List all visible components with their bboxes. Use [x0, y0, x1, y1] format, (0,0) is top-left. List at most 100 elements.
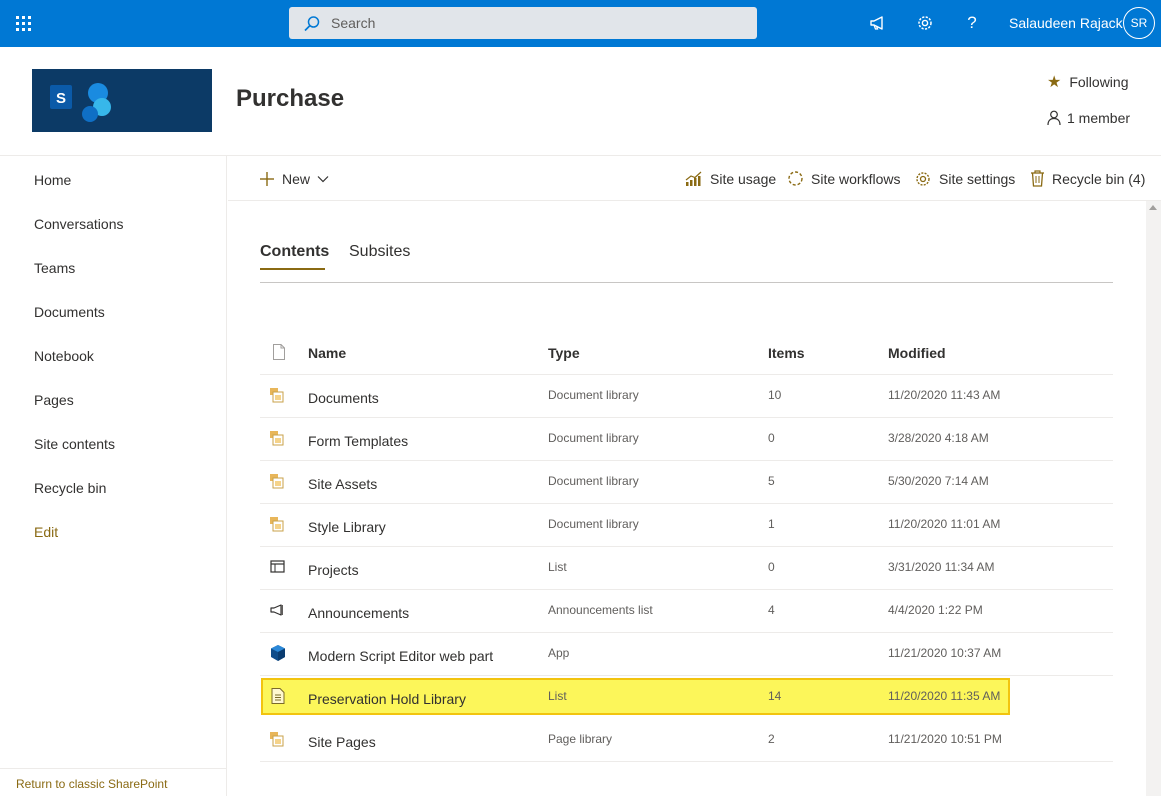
gear-icon — [916, 171, 930, 186]
tab-active-indicator — [260, 268, 325, 270]
table-row[interactable]: Documents Document library 10 11/20/2020… — [260, 375, 1113, 418]
row-modified: 3/31/2020 11:34 AM — [888, 560, 995, 574]
row-name[interactable]: Documents — [308, 390, 379, 406]
site-settings-button[interactable]: Site settings — [914, 156, 1015, 201]
new-label: New — [282, 170, 311, 187]
tab-subsites[interactable]: Subsites — [349, 243, 410, 261]
row-name[interactable]: Announcements — [308, 605, 409, 621]
follow-button[interactable]: ★ Following — [1047, 72, 1128, 92]
row-items: 0 — [768, 560, 775, 574]
avatar[interactable]: SR — [1123, 7, 1155, 39]
row-type: Page library — [548, 732, 613, 746]
row-name[interactable]: Projects — [308, 562, 359, 578]
nav-item-documents[interactable]: Documents — [34, 304, 105, 320]
row-name[interactable]: Site Pages — [308, 734, 376, 750]
vertical-scrollbar[interactable] — [1146, 201, 1161, 796]
document-library-icon — [270, 732, 284, 747]
table-row[interactable]: Projects List 0 3/31/2020 11:34 AM — [260, 547, 1113, 590]
table-row[interactable]: Announcements Announcements list 4 4/4/2… — [260, 590, 1113, 633]
suite-bar: ? Salaudeen Rajack SR — [0, 0, 1161, 47]
nav-item-pages[interactable]: Pages — [34, 392, 74, 408]
row-name[interactable]: Modern Script Editor web part — [308, 648, 493, 664]
left-nav: Home Conversations Teams Documents Noteb… — [0, 156, 227, 796]
site-workflows-label: Site workflows — [811, 170, 901, 187]
members-label: 1 member — [1067, 110, 1131, 126]
row-name[interactable]: Preservation Hold Library — [308, 691, 466, 707]
return-to-classic-link[interactable]: Return to classic SharePoint — [0, 768, 227, 796]
column-header-modified[interactable]: Modified — [888, 345, 946, 361]
nav-edit-link[interactable]: Edit — [34, 524, 58, 540]
row-type: Document library — [548, 388, 639, 402]
table-row[interactable]: Site Assets Document library 5 5/30/2020… — [260, 461, 1113, 504]
row-items: 14 — [768, 689, 782, 703]
row-name[interactable]: Form Templates — [308, 433, 408, 449]
table-row[interactable]: Site Pages Page library 2 11/21/2020 10:… — [260, 719, 1113, 762]
recycle-bin-label: Recycle bin (4) — [1052, 170, 1146, 187]
row-type: List — [548, 689, 567, 703]
person-icon — [1047, 110, 1061, 126]
star-icon: ★ — [1047, 74, 1062, 91]
row-modified: 4/4/2020 1:22 PM — [888, 603, 983, 617]
row-modified: 11/20/2020 11:43 AM — [888, 388, 1001, 402]
nav-item-recycle-bin[interactable]: Recycle bin — [34, 480, 106, 496]
table-row[interactable]: Style Library Document library 1 11/20/2… — [260, 504, 1113, 547]
list-icon — [270, 560, 285, 573]
row-type: App — [548, 646, 570, 660]
page-list-icon — [271, 688, 285, 704]
megaphone-icon — [270, 604, 283, 616]
row-items: 1 — [768, 517, 775, 531]
row-name[interactable]: Site Assets — [308, 476, 377, 492]
site-usage-label: Site usage — [710, 170, 777, 187]
members-button[interactable]: 1 member — [1047, 110, 1130, 126]
column-header-type[interactable]: Type — [548, 345, 580, 361]
nav-item-teams[interactable]: Teams — [34, 260, 75, 276]
help-icon[interactable]: ? — [960, 11, 984, 35]
app-launcher-icon[interactable] — [0, 0, 47, 47]
row-modified: 11/21/2020 10:37 AM — [888, 646, 1002, 660]
row-type: List — [548, 560, 567, 574]
recycle-bin-button[interactable]: Recycle bin (4) — [1030, 156, 1145, 201]
table-row[interactable]: Form Templates Document library 0 3/28/2… — [260, 418, 1113, 461]
gear-icon[interactable] — [913, 11, 937, 35]
chevron-down-icon — [317, 175, 329, 182]
site-settings-label: Site settings — [939, 170, 1016, 187]
table-row[interactable]: Modern Script Editor web part App 11/21/… — [260, 633, 1113, 676]
scroll-up-icon[interactable] — [1149, 205, 1157, 210]
row-name[interactable]: Style Library — [308, 519, 386, 535]
site-workflows-button[interactable]: Site workflows — [787, 156, 900, 201]
nav-item-site-contents[interactable]: Site contents — [34, 436, 115, 452]
site-logo[interactable]: S — [32, 69, 212, 132]
row-items: 5 — [768, 474, 775, 488]
document-library-icon — [270, 517, 284, 532]
row-modified: 11/21/2020 10:51 PM — [888, 732, 1002, 746]
nav-item-conversations[interactable]: Conversations — [34, 216, 124, 232]
row-items: 0 — [768, 431, 775, 445]
search-box[interactable] — [289, 7, 757, 39]
row-items: 2 — [768, 732, 775, 746]
search-input[interactable] — [331, 7, 731, 39]
table-row[interactable]: Preservation Hold Library List 14 11/20/… — [260, 676, 1113, 719]
new-button[interactable]: New — [259, 156, 336, 201]
document-library-icon — [270, 474, 284, 489]
row-type: Announcements list — [548, 603, 653, 617]
tab-contents[interactable]: Contents — [260, 243, 329, 261]
row-items: 10 — [768, 388, 782, 402]
column-header-name[interactable]: Name — [308, 345, 346, 361]
column-header-items[interactable]: Items — [768, 345, 805, 361]
nav-item-home[interactable]: Home — [34, 172, 71, 188]
megaphone-icon[interactable] — [866, 11, 890, 35]
row-type: Document library — [548, 431, 639, 445]
document-library-icon — [270, 431, 284, 446]
plus-icon — [260, 171, 274, 186]
user-name[interactable]: Salaudeen Rajack — [1009, 15, 1123, 31]
follow-label: Following — [1069, 74, 1129, 90]
site-usage-button[interactable]: Site usage — [685, 156, 776, 201]
nav-item-notebook[interactable]: Notebook — [34, 348, 94, 364]
file-type-icon[interactable] — [272, 344, 286, 360]
row-items: 4 — [768, 603, 775, 617]
row-modified: 11/20/2020 11:01 AM — [888, 517, 1001, 531]
document-library-icon — [270, 388, 284, 403]
trash-icon — [1031, 170, 1044, 187]
row-modified: 5/30/2020 7:14 AM — [888, 474, 989, 488]
chart-icon — [685, 171, 702, 186]
